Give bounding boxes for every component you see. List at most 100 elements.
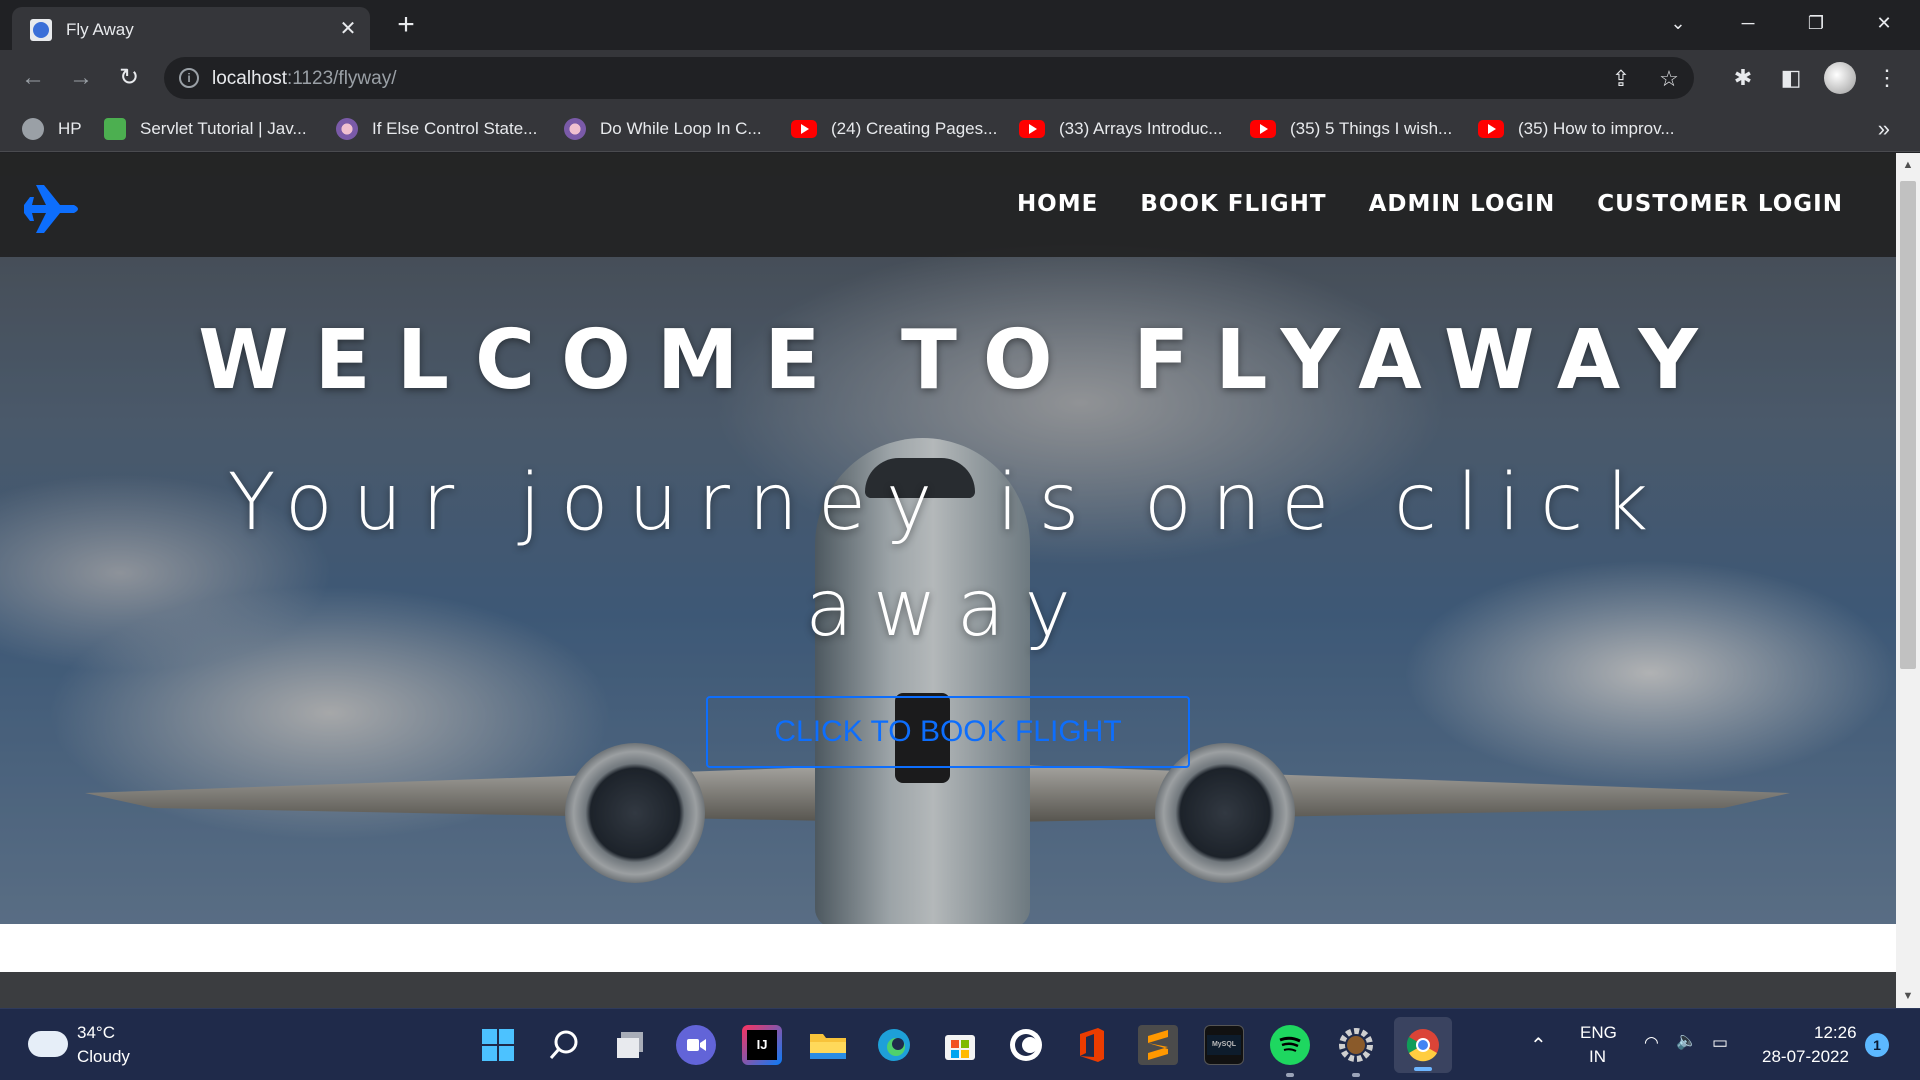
address-bar[interactable]: i localhost:1123/flyway/ ⇪ ☆ — [164, 57, 1694, 99]
page-viewport: HOME BOOK FLIGHT ADMIN LOGIN CUSTOMER LO… — [0, 153, 1920, 1008]
scrollbar-thumb[interactable] — [1900, 181, 1916, 669]
running-indicator — [1286, 1073, 1294, 1077]
bookmark-item[interactable]: (24) Creating Pages... — [791, 116, 997, 142]
globe-icon — [22, 118, 44, 140]
nav-customer-login[interactable]: CUSTOMER LOGIN — [1597, 191, 1843, 217]
bookmark-item[interactable]: Do While Loop In C... — [564, 116, 762, 142]
battery-icon[interactable]: ▭ — [1712, 1033, 1728, 1053]
close-window-button[interactable]: ✕ — [1866, 8, 1902, 38]
youtube-icon — [1250, 120, 1276, 138]
site-navbar: HOME BOOK FLIGHT ADMIN LOGIN CUSTOMER LO… — [0, 153, 1896, 257]
input-region[interactable]: IN — [1589, 1047, 1606, 1067]
bookmark-item[interactable]: (33) Arrays Introduc... — [1019, 116, 1222, 142]
book-flight-cta-button[interactable]: CLICK TO BOOK FLIGHT — [706, 696, 1190, 768]
profile-avatar[interactable] — [1824, 62, 1856, 94]
bookmark-label: (24) Creating Pages... — [831, 119, 998, 138]
hero-subtitle: Your journey is one click away — [227, 458, 1669, 654]
teams-chat-icon[interactable] — [676, 1025, 716, 1065]
bookmark-item[interactable]: Servlet Tutorial | Jav... — [104, 116, 307, 142]
url-host: localhost — [212, 68, 287, 89]
start-icon[interactable] — [478, 1025, 518, 1065]
new-tab-button[interactable]: + — [392, 10, 420, 40]
active-indicator — [1414, 1067, 1432, 1071]
page-section-white — [0, 924, 1896, 972]
person-avatar-icon — [564, 118, 586, 140]
youtube-icon — [1019, 120, 1045, 138]
page-footer-strip — [0, 972, 1896, 1008]
input-language[interactable]: ENG — [1580, 1023, 1617, 1043]
show-hidden-icons-chevron-icon[interactable]: ⌃ — [1530, 1033, 1547, 1058]
airplane-logo-icon[interactable] — [22, 183, 82, 235]
scroll-up-icon[interactable]: ▲ — [1896, 155, 1920, 175]
tab-title: Fly Away — [66, 20, 134, 39]
hero-title: WELCOME TO FLYAWAY — [198, 313, 1724, 408]
mysql-icon[interactable]: MySQL — [1204, 1025, 1244, 1065]
minimize-button[interactable]: ─ — [1730, 8, 1766, 38]
page-scrollbar[interactable]: ▲ ▼ — [1896, 153, 1920, 1008]
task-view-icon[interactable] — [610, 1025, 650, 1065]
bookmark-star-icon[interactable]: ☆ — [1656, 66, 1682, 92]
restore-button[interactable]: ❐ — [1798, 8, 1834, 38]
windows-taskbar: 34°C Cloudy IJ MySQL ⌃ ENG IN ◠ 🔈 ▭ 12:2… — [0, 1008, 1920, 1080]
tab-search-icon[interactable]: ⌄ — [1660, 8, 1696, 38]
intellij-icon[interactable]: IJ — [742, 1025, 782, 1065]
url-path: :1123/flyway/ — [287, 68, 397, 89]
bookmark-item[interactable]: If Else Control State... — [336, 116, 537, 142]
bookmarks-bar: HP Servlet Tutorial | Jav... If Else Con… — [0, 106, 1920, 152]
tab-close-icon[interactable]: ✕ — [336, 17, 360, 41]
bookmark-label: HP — [58, 119, 82, 138]
youtube-icon — [1478, 120, 1504, 138]
weather-temperature[interactable]: 34°C — [77, 1023, 115, 1043]
bookmark-label: (35) How to improv... — [1518, 119, 1675, 138]
share-icon[interactable]: ⇪ — [1608, 66, 1634, 92]
microsoft-store-icon[interactable] — [940, 1025, 980, 1065]
reload-button[interactable]: ↻ — [114, 63, 144, 93]
notification-badge[interactable]: 1 — [1865, 1033, 1889, 1057]
menu-icon[interactable]: ⋮ — [1872, 63, 1902, 93]
spotify-icon[interactable] — [1270, 1025, 1310, 1077]
servlet-icon — [104, 118, 126, 140]
site-favicon-icon — [30, 19, 52, 41]
cloudy-weather-icon[interactable] — [28, 1031, 68, 1057]
bookmark-label: Servlet Tutorial | Jav... — [140, 119, 307, 138]
office-icon[interactable] — [1072, 1025, 1112, 1065]
nav-book-flight[interactable]: BOOK FLIGHT — [1140, 191, 1326, 217]
wifi-icon[interactable]: ◠ — [1644, 1033, 1659, 1053]
clock-time[interactable]: 12:26 — [1814, 1023, 1857, 1043]
site-nav-links: HOME BOOK FLIGHT ADMIN LOGIN CUSTOMER LO… — [975, 191, 1843, 217]
person-avatar-icon — [336, 118, 358, 140]
browser-tabstrip: Fly Away ✕ + ⌄ ─ ❐ ✕ — [0, 0, 1920, 50]
edge-icon[interactable] — [874, 1025, 914, 1065]
forward-button[interactable]: → — [66, 63, 96, 93]
bookmark-label: (35) 5 Things I wish... — [1290, 119, 1453, 138]
eclipse-icon[interactable] — [1006, 1025, 1046, 1065]
more-bookmarks-button[interactable]: » — [1878, 116, 1890, 142]
bookmark-item[interactable]: (35) How to improv... — [1478, 116, 1675, 142]
chrome-icon[interactable] — [1394, 1017, 1452, 1073]
youtube-icon — [791, 120, 817, 138]
clock-date[interactable]: 28-07-2022 — [1762, 1047, 1849, 1067]
settings-icon[interactable] — [1336, 1025, 1376, 1077]
bookmark-label: If Else Control State... — [372, 119, 538, 138]
url-text[interactable]: localhost:1123/flyway/ — [212, 68, 396, 90]
scroll-down-icon[interactable]: ▼ — [1896, 986, 1920, 1006]
browser-toolbar: ← → ↻ i localhost:1123/flyway/ ⇪ ☆ ✱ ◧ ⋮ — [0, 50, 1920, 106]
bookmark-label: Do While Loop In C... — [600, 119, 762, 138]
back-button[interactable]: ← — [18, 63, 48, 93]
nav-admin-login[interactable]: ADMIN LOGIN — [1369, 191, 1556, 217]
running-indicator — [1352, 1073, 1360, 1077]
sublime-text-icon[interactable] — [1138, 1025, 1178, 1065]
side-panel-icon[interactable]: ◧ — [1776, 63, 1806, 93]
search-icon[interactable] — [544, 1025, 584, 1065]
bookmark-item[interactable]: HP — [22, 116, 82, 142]
file-explorer-icon[interactable] — [808, 1025, 848, 1065]
bookmark-label: (33) Arrays Introduc... — [1059, 119, 1223, 138]
nav-home[interactable]: HOME — [1017, 191, 1098, 217]
extensions-icon[interactable]: ✱ — [1728, 63, 1758, 93]
site-info-icon[interactable]: i — [179, 68, 199, 88]
weather-description[interactable]: Cloudy — [77, 1047, 130, 1067]
hero-section: HOME BOOK FLIGHT ADMIN LOGIN CUSTOMER LO… — [0, 153, 1896, 928]
bookmark-item[interactable]: (35) 5 Things I wish... — [1250, 116, 1452, 142]
volume-icon[interactable]: 🔈 — [1676, 1031, 1697, 1051]
browser-tab[interactable]: Fly Away ✕ — [12, 7, 370, 50]
